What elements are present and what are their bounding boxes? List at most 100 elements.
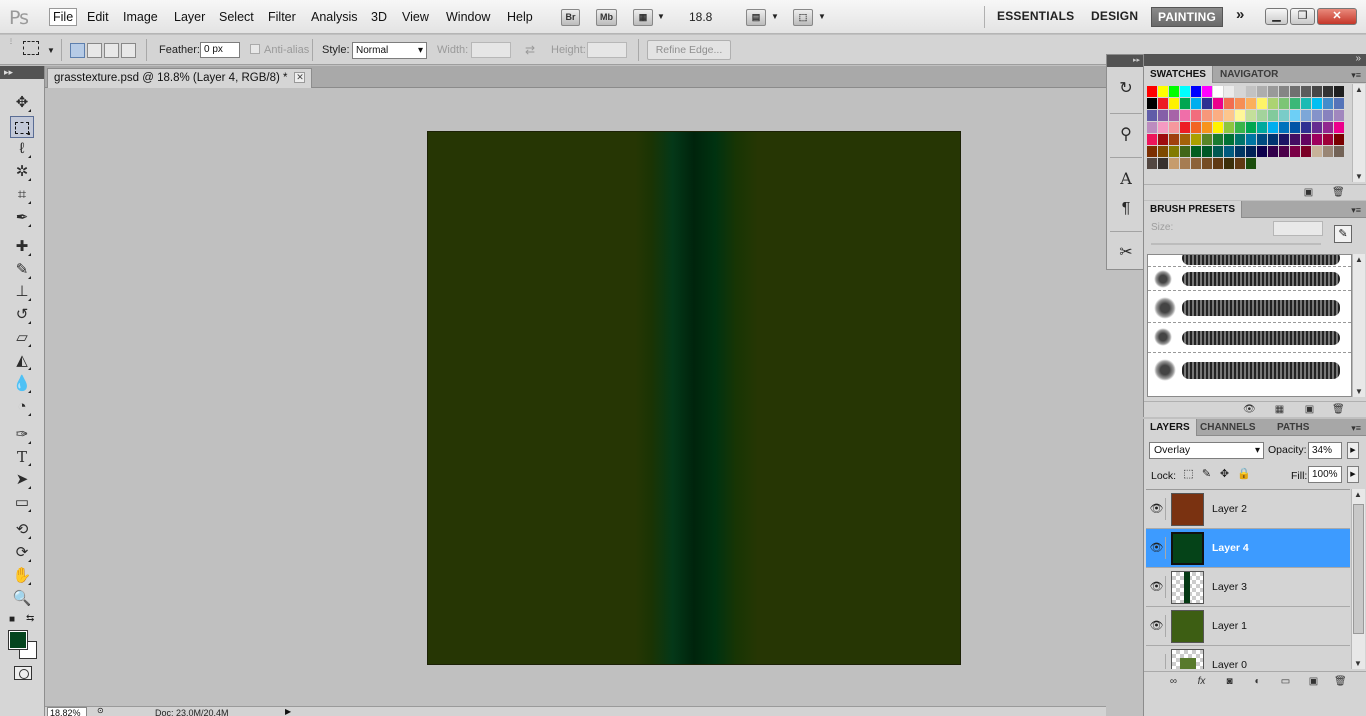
color-swatch[interactable]: [1323, 98, 1333, 109]
color-swatch[interactable]: [1213, 98, 1223, 109]
layer-row[interactable]: 👁 Layer 3: [1146, 568, 1350, 607]
color-swatch[interactable]: [1180, 158, 1190, 169]
color-swatch[interactable]: [1257, 98, 1267, 109]
menu-image[interactable]: Image: [120, 10, 161, 24]
healing-brush-tool[interactable]: ✚: [10, 236, 34, 258]
color-swatch[interactable]: [1191, 158, 1201, 169]
menu-file[interactable]: File: [49, 8, 78, 26]
menu-select[interactable]: Select: [216, 10, 257, 24]
color-swatch[interactable]: [1169, 122, 1179, 133]
color-swatch[interactable]: [1312, 122, 1322, 133]
color-swatch[interactable]: [1202, 134, 1212, 145]
layer-row-selected[interactable]: 👁 Layer 4: [1146, 529, 1350, 568]
color-swatch[interactable]: [1290, 146, 1300, 157]
color-swatch[interactable]: [1257, 86, 1267, 97]
hand-tool[interactable]: ✋: [10, 565, 34, 587]
layer-name[interactable]: Layer 3: [1212, 581, 1247, 593]
color-swatch[interactable]: [1246, 134, 1256, 145]
arrange-documents-button[interactable]: ▤: [746, 9, 766, 26]
link-layers-icon[interactable]: ∞: [1168, 676, 1179, 687]
feather-input[interactable]: 0 px: [200, 42, 240, 58]
lock-pixels-icon[interactable]: ✎: [1200, 468, 1213, 481]
blend-mode-select[interactable]: Overlay: [1149, 442, 1264, 459]
color-swatch[interactable]: [1257, 146, 1267, 157]
color-swatch[interactable]: [1147, 86, 1157, 97]
tab-channels[interactable]: CHANNELS: [1194, 419, 1262, 436]
layer-name[interactable]: Layer 1: [1212, 620, 1247, 632]
color-swatch[interactable]: [1268, 98, 1278, 109]
color-swatch[interactable]: [1180, 110, 1190, 121]
color-swatch[interactable]: [1213, 122, 1223, 133]
color-swatch[interactable]: [1235, 146, 1245, 157]
layer-name[interactable]: Layer 4: [1212, 542, 1249, 554]
color-swatch[interactable]: [1180, 86, 1190, 97]
visibility-eye-icon[interactable]: 👁: [1148, 615, 1166, 637]
panel-menu-icon[interactable]: ▾≡: [1351, 70, 1361, 81]
chevron-down-icon[interactable]: ▼: [657, 12, 665, 21]
color-swatch[interactable]: [1202, 158, 1212, 169]
brush-preset[interactable]: [1148, 291, 1351, 323]
color-swatch[interactable]: [1158, 122, 1168, 133]
color-swatch[interactable]: [1268, 134, 1278, 145]
color-swatch[interactable]: [1334, 146, 1344, 157]
layer-style-icon[interactable]: fx: [1196, 676, 1207, 687]
intersect-selection-button[interactable]: [121, 43, 136, 58]
color-swatch[interactable]: [1290, 110, 1300, 121]
antialias-checkbox[interactable]: [250, 44, 260, 54]
color-swatch[interactable]: [1301, 98, 1311, 109]
color-swatch[interactable]: [1169, 134, 1179, 145]
new-brush-icon[interactable]: ▣: [1304, 404, 1315, 415]
rectangle-tool[interactable]: ▭: [10, 492, 34, 514]
layer-row[interactable]: 👁 Layer 2: [1146, 490, 1350, 529]
default-colors-icon[interactable]: ■: [9, 614, 15, 625]
status-menu-arrow-icon[interactable]: ▶: [285, 707, 291, 716]
height-input[interactable]: [587, 42, 627, 58]
color-swatch[interactable]: [1169, 110, 1179, 121]
color-swatch[interactable]: [1213, 110, 1223, 121]
chevron-down-icon[interactable]: ▼: [47, 46, 55, 55]
color-swatch[interactable]: [1213, 158, 1223, 169]
color-swatch[interactable]: [1169, 86, 1179, 97]
visibility-eye-icon[interactable]: 👁: [1148, 498, 1166, 520]
canvas-area[interactable]: [45, 89, 1106, 706]
color-swatch[interactable]: [1191, 98, 1201, 109]
new-layer-icon[interactable]: ▣: [1308, 676, 1319, 687]
lock-position-icon[interactable]: ✥: [1218, 468, 1231, 481]
color-swatch[interactable]: [1224, 110, 1234, 121]
chevron-down-icon[interactable]: ▼: [818, 12, 826, 21]
scroll-down-icon[interactable]: ▼: [1355, 172, 1363, 181]
color-swatch[interactable]: [1147, 122, 1157, 133]
color-swatch[interactable]: [1213, 146, 1223, 157]
layer-row[interactable]: 👁 Layer 0: [1146, 646, 1350, 669]
chevron-down-icon[interactable]: ▼: [771, 12, 779, 21]
opacity-input[interactable]: 34%: [1308, 442, 1342, 459]
color-swatch[interactable]: [1268, 122, 1278, 133]
new-selection-button[interactable]: [70, 43, 85, 58]
tab-navigator[interactable]: NAVIGATOR: [1214, 66, 1284, 83]
color-swatch[interactable]: [1180, 98, 1190, 109]
color-swatch[interactable]: [1301, 134, 1311, 145]
brush-panel-toggle-icon[interactable]: ✎: [1334, 225, 1352, 243]
scroll-down-icon[interactable]: ▼: [1355, 387, 1363, 396]
icon-dock-header[interactable]: ▸▸: [1107, 55, 1143, 67]
tools-panel-header[interactable]: ▸▸: [0, 66, 44, 79]
color-swatch[interactable]: [1147, 110, 1157, 121]
color-swatch[interactable]: [1158, 134, 1168, 145]
color-swatch[interactable]: [1224, 158, 1234, 169]
color-swatch[interactable]: [1158, 110, 1168, 121]
add-to-selection-button[interactable]: [87, 43, 102, 58]
color-swatch[interactable]: [1191, 86, 1201, 97]
color-swatch[interactable]: [1246, 110, 1256, 121]
color-swatch[interactable]: [1279, 98, 1289, 109]
color-swatch[interactable]: [1257, 134, 1267, 145]
quick-select-tool[interactable]: ✲: [10, 161, 34, 183]
visibility-eye-icon[interactable]: 👁: [1148, 576, 1166, 598]
tab-layers[interactable]: LAYERS: [1144, 419, 1197, 436]
color-swatch[interactable]: [1169, 98, 1179, 109]
history-icon[interactable]: ↻: [1116, 79, 1136, 99]
color-swatch[interactable]: [1279, 146, 1289, 157]
menu-analysis[interactable]: Analysis: [308, 10, 361, 24]
color-swatch[interactable]: [1235, 110, 1245, 121]
workspace-design[interactable]: DESIGN: [1091, 9, 1138, 23]
document-tab[interactable]: grasstexture.psd @ 18.8% (Layer 4, RGB/8…: [47, 68, 313, 88]
